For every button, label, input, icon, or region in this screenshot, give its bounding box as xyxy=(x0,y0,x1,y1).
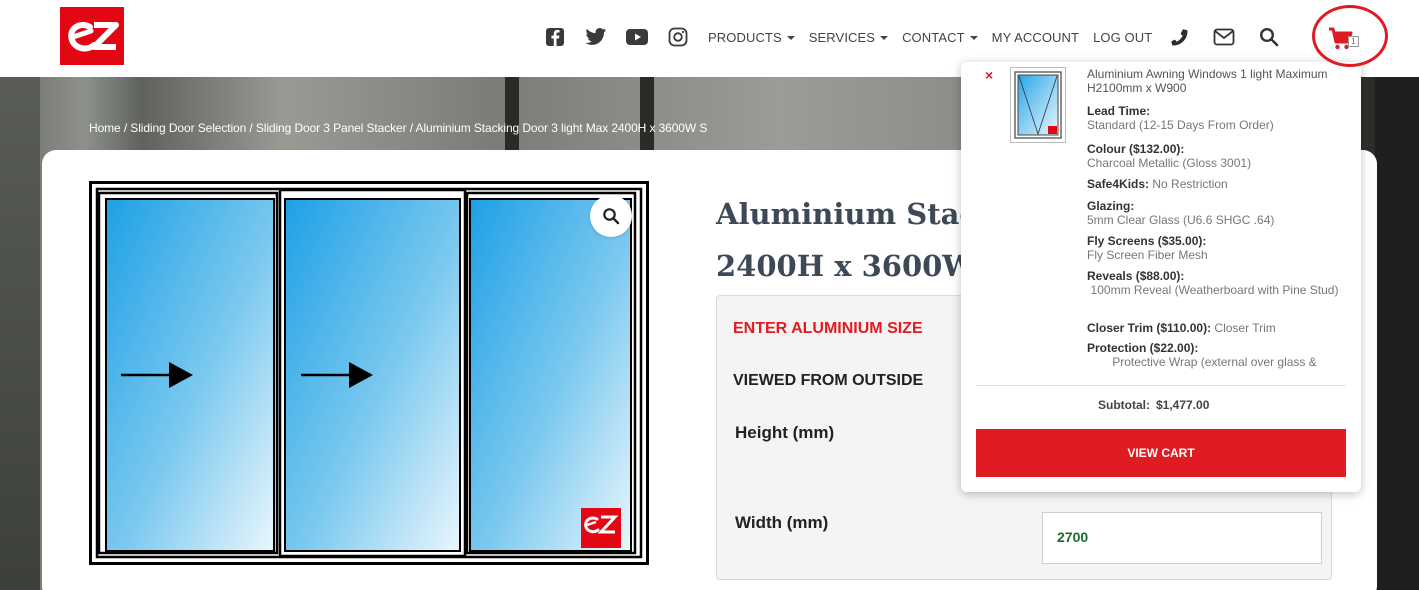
attr-key: Closer Trim ($110.00): xyxy=(1087,321,1212,335)
attr-key: Lead Time: xyxy=(1087,104,1151,118)
enter-size-heading: ENTER ALUMINIUM SIZE xyxy=(733,320,923,337)
attr-key: Glazing: xyxy=(1087,199,1135,213)
hero-frame-post xyxy=(640,77,654,155)
nav-contact[interactable]: CONTACT xyxy=(902,30,978,45)
attr-fly-screens: Fly Screens ($35.00): Fly Screen Fiber M… xyxy=(1087,234,1342,262)
attr-key: Safe4Kids: xyxy=(1087,177,1150,191)
nav-services-label: SERVICES xyxy=(808,29,876,45)
attr-key: Colour ($132.00): xyxy=(1087,142,1185,156)
page: Home / Sliding Door Selection / Sliding … xyxy=(0,0,1419,590)
attr-value: Protective Wrap (external over glass & xyxy=(1112,355,1317,369)
phone-icon[interactable] xyxy=(1168,26,1190,48)
width-input[interactable]: 2700 xyxy=(1042,512,1322,564)
attr-closer-trim: Closer Trim ($110.00): Closer Trim xyxy=(1087,321,1342,335)
attr-protection: Protection ($22.00): Protective Wrap (ex… xyxy=(1087,341,1342,371)
attr-value: Closer Trim xyxy=(1214,321,1276,335)
view-cart-button[interactable]: VIEW CART xyxy=(976,429,1346,477)
main-nav: PRODUCTS SERVICES CONTACT MY ACCOUNT LOG… xyxy=(544,18,1299,56)
attr-glazing: Glazing: 5mm Clear Glass (U6.6 SHGC .64) xyxy=(1087,199,1342,227)
instagram-icon[interactable] xyxy=(667,26,689,48)
magnifier-icon xyxy=(603,208,620,225)
attr-value: 100mm Reveal (Weatherboard with Pine Stu… xyxy=(1090,283,1339,297)
attr-lead-time: Lead Time: Standard (12-15 Days From Ord… xyxy=(1087,104,1342,132)
viewed-from-label: VIEWED FROM OUTSIDE xyxy=(733,372,924,389)
remove-item-icon[interactable]: × xyxy=(985,67,993,83)
search-icon[interactable] xyxy=(1258,26,1280,48)
attr-reveals: Reveals ($88.00): 100mm Reveal (Weatherb… xyxy=(1087,269,1342,297)
facebook-icon[interactable] xyxy=(544,26,566,48)
hero-left-shade xyxy=(0,77,40,590)
hero-right-shade xyxy=(1375,77,1419,590)
chevron-down-icon xyxy=(880,35,889,40)
twitter-icon[interactable] xyxy=(585,26,607,48)
subtotal-label: Subtotal: xyxy=(1098,398,1150,412)
attr-safe4kids: Safe4Kids: No Restriction xyxy=(1087,177,1342,191)
subtotal-row: Subtotal: $1,477.00 xyxy=(1098,398,1209,412)
attr-value: No Restriction xyxy=(1152,177,1228,191)
chevron-down-icon xyxy=(786,35,795,40)
subtotal-amount: $1,477.00 xyxy=(1156,398,1210,412)
attr-value: Fly Screen Fiber Mesh xyxy=(1087,248,1208,262)
awning-window-thumbnail xyxy=(1014,71,1062,139)
width-label: Width (mm) xyxy=(735,513,829,532)
nav-log-out[interactable]: LOG OUT xyxy=(1093,30,1152,45)
zoom-button[interactable] xyxy=(590,195,632,237)
ez-logo-mark xyxy=(68,21,119,52)
mail-icon[interactable] xyxy=(1213,26,1235,48)
hero-frame-post xyxy=(505,77,519,155)
nav-services[interactable]: SERVICES xyxy=(808,29,889,45)
attr-key: Fly Screens ($35.00): xyxy=(1087,234,1207,248)
cart-item-name[interactable]: Aluminium Awning Windows 1 light Maximum… xyxy=(1087,67,1337,95)
nav-contact-label: CONTACT xyxy=(902,29,965,45)
attr-key: Reveals ($88.00): xyxy=(1087,269,1185,283)
attr-value: Standard (12-15 Days From Order) xyxy=(1087,118,1274,132)
product-image[interactable] xyxy=(89,181,649,565)
annotation-circle xyxy=(1312,5,1388,67)
attr-colour: Colour ($132.00): Charcoal Metallic (Glo… xyxy=(1087,142,1342,170)
cart-item-thumbnail[interactable] xyxy=(1010,67,1066,143)
dropdown-divider xyxy=(976,385,1346,386)
attr-value: Charcoal Metallic (Gloss 3001) xyxy=(1087,156,1252,170)
breadcrumb[interactable]: Home / Sliding Door Selection / Sliding … xyxy=(89,121,707,135)
nav-products[interactable]: PRODUCTS xyxy=(708,30,795,45)
youtube-icon[interactable] xyxy=(626,26,648,48)
nav-products-label: PRODUCTS xyxy=(708,29,782,45)
height-label: Height (mm) xyxy=(735,423,835,442)
stacking-door-diagram xyxy=(89,181,649,565)
attr-value: 5mm Clear Glass (U6.6 SHGC .64) xyxy=(1087,213,1275,227)
nav-my-account[interactable]: MY ACCOUNT xyxy=(992,30,1079,45)
ez-logo[interactable] xyxy=(60,7,124,65)
attr-key: Protection ($22.00): xyxy=(1087,341,1199,355)
chevron-down-icon xyxy=(969,35,978,40)
